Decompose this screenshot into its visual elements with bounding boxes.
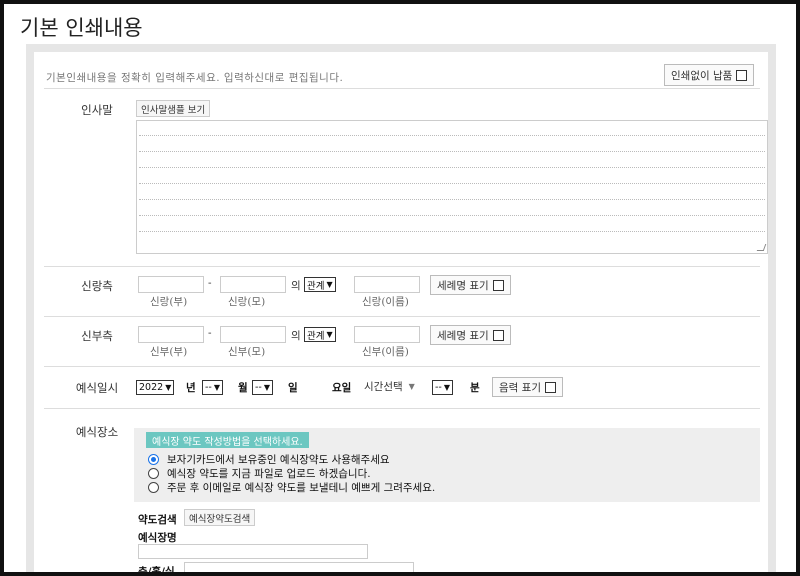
bride-name-input[interactable]	[354, 326, 420, 343]
greeting-textarea[interactable]	[136, 120, 768, 254]
bride-relation-select[interactable]: 관계 ▼	[304, 327, 336, 342]
divider	[44, 88, 760, 89]
floor-label: 층/홀/실	[138, 566, 175, 572]
map-search-button[interactable]: 예식장약도검색	[184, 509, 256, 526]
bride-baptism-label: 세례명 표기	[437, 329, 489, 342]
bride-father-caption: 신부(부)	[150, 346, 188, 358]
day-select[interactable]: -- ▼	[252, 380, 274, 395]
caret-down-icon: ▼	[408, 382, 415, 391]
groom-dash: -	[208, 277, 212, 289]
divider	[44, 408, 760, 409]
year-unit: 년	[186, 382, 196, 394]
groom-name-input[interactable]	[354, 276, 420, 293]
chevron-down-icon: ▼	[443, 383, 451, 392]
greeting-sample-button[interactable]: 인사말샘플 보기	[136, 100, 211, 117]
bride-mother-input[interactable]	[220, 326, 286, 343]
no-print-checkbox[interactable]	[736, 69, 748, 81]
time-select[interactable]: 시간선택 ▼	[364, 379, 415, 394]
venue-name-input[interactable]	[138, 544, 368, 559]
radio-selected[interactable]	[148, 454, 159, 465]
venue-option-box: 예식장 약도 작성방법을 선택하세요. 보자기카드에서 보유중인 예식장약도 사…	[134, 428, 760, 502]
venue-label: 예식장소	[75, 425, 119, 439]
greeting-label: 인사말	[81, 103, 113, 117]
day-unit: 일	[288, 382, 298, 394]
resize-handle[interactable]	[756, 244, 767, 251]
groom-of: 의	[291, 280, 301, 292]
bride-dash: -	[208, 327, 212, 339]
datetime-label: 예식일시	[75, 381, 119, 395]
venue-option-3-label: 주문 후 이메일로 예식장 약도를 보낼테니 예쁘게 그려주세요.	[167, 482, 436, 494]
year-select[interactable]: 2022 ▼	[136, 380, 175, 395]
groom-label: 신랑측	[81, 279, 113, 293]
chevron-down-icon: ▼	[213, 383, 221, 392]
venue-method-badge: 예식장 약도 작성방법을 선택하세요.	[146, 432, 309, 448]
lunar-checkbox[interactable]	[544, 381, 556, 393]
chevron-down-icon: ▼	[326, 280, 333, 289]
venue-option-2[interactable]: 예식장 약도를 지금 파일로 업로드 하겠습니다.	[148, 466, 371, 481]
no-print-toggle[interactable]: 인쇄없이 납품	[664, 64, 755, 86]
lunar-label: 음력 표기	[499, 381, 541, 394]
minute-unit: 분	[470, 382, 480, 394]
groom-name-caption: 신랑(이름)	[362, 296, 409, 308]
venue-option-2-label: 예식장 약도를 지금 파일로 업로드 하겠습니다.	[167, 468, 371, 480]
minute-select[interactable]: -- ▼	[432, 380, 454, 395]
lunar-toggle[interactable]: 음력 표기	[492, 377, 563, 397]
print-content-panel: 기본인쇄내용을 정확히 입력해주세요. 입력하신대로 편집됩니다. 인쇄없이 납…	[26, 44, 776, 572]
month-value: --	[205, 382, 212, 393]
divider	[44, 316, 760, 317]
radio-unselected[interactable]	[148, 468, 159, 479]
groom-mother-caption: 신랑(모)	[228, 296, 266, 308]
groom-father-input[interactable]	[138, 276, 204, 293]
bride-label: 신부측	[81, 329, 113, 343]
page-title: 기본 인쇄내용	[20, 16, 143, 40]
minute-value: --	[435, 382, 442, 393]
day-value: --	[255, 382, 262, 393]
groom-baptism-checkbox[interactable]	[492, 279, 504, 291]
floor-input[interactable]	[184, 562, 414, 572]
divider	[44, 366, 760, 367]
venue-name-label: 예식장명	[138, 532, 177, 544]
groom-mother-input[interactable]	[220, 276, 286, 293]
venue-option-1-label: 보자기카드에서 보유중인 예식장약도 사용해주세요	[167, 454, 390, 466]
map-search-label: 약도검색	[138, 514, 177, 526]
weekday-label: 요일	[332, 382, 352, 394]
bride-relation-value: 관계	[307, 330, 325, 342]
bride-baptism-checkbox[interactable]	[492, 329, 504, 341]
chevron-down-icon: ▼	[165, 383, 172, 392]
radio-unselected[interactable]	[148, 482, 159, 493]
divider	[44, 266, 760, 267]
month-unit: 월	[238, 382, 248, 394]
groom-relation-select[interactable]: 관계 ▼	[304, 277, 336, 292]
app-window: 기본 인쇄내용 기본인쇄내용을 정확히 입력해주세요. 입력하신대로 편집됩니다…	[4, 4, 796, 572]
bride-mother-caption: 신부(모)	[228, 346, 266, 358]
venue-option-1[interactable]: 보자기카드에서 보유중인 예식장약도 사용해주세요	[148, 452, 390, 467]
notice-text: 기본인쇄내용을 정확히 입력해주세요. 입력하신대로 편집됩니다.	[46, 72, 344, 84]
groom-father-caption: 신랑(부)	[150, 296, 188, 308]
venue-option-3[interactable]: 주문 후 이메일로 예식장 약도를 보낼테니 예쁘게 그려주세요.	[148, 480, 435, 495]
bride-father-input[interactable]	[138, 326, 204, 343]
chevron-down-icon: ▼	[326, 330, 333, 339]
bride-baptism-toggle[interactable]: 세례명 표기	[430, 325, 511, 345]
no-print-label: 인쇄없이 납품	[671, 69, 733, 82]
groom-baptism-toggle[interactable]: 세례명 표기	[430, 275, 511, 295]
year-value: 2022	[139, 382, 164, 393]
chevron-down-icon: ▼	[263, 383, 271, 392]
groom-baptism-label: 세례명 표기	[437, 279, 489, 292]
bride-name-caption: 신부(이름)	[362, 346, 409, 358]
bride-of: 의	[291, 330, 301, 342]
month-select[interactable]: -- ▼	[202, 380, 224, 395]
time-value: 시간선택	[364, 381, 403, 393]
groom-relation-value: 관계	[307, 280, 325, 292]
